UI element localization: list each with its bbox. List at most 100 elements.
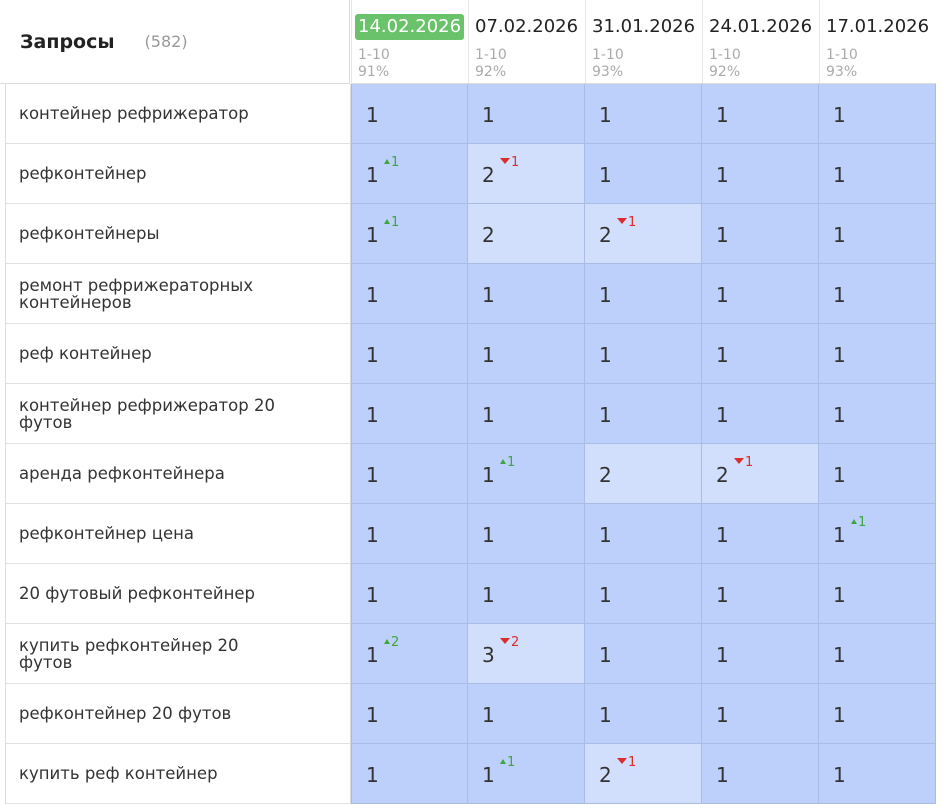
position-cell[interactable]: 2 xyxy=(585,444,702,504)
position-value: 2 xyxy=(599,463,612,487)
position-cell[interactable]: 1 xyxy=(702,624,819,684)
delta-value: 2 xyxy=(511,635,520,650)
position-value: 1 xyxy=(833,223,846,247)
position-cell[interactable]: 11 xyxy=(351,144,468,204)
position-cell[interactable]: 1 xyxy=(819,684,936,744)
query-row[interactable]: купить реф контейнер xyxy=(6,744,351,804)
position-cell[interactable]: 11 xyxy=(468,744,585,804)
position-cell[interactable]: 1 xyxy=(351,444,468,504)
position-cell[interactable]: 1 xyxy=(468,564,585,624)
position-cell[interactable]: 1 xyxy=(585,684,702,744)
position-value: 1 xyxy=(599,403,612,427)
position-cell[interactable]: 1 xyxy=(468,84,585,144)
query-row[interactable]: ремонт рефрижераторных контейнеров xyxy=(6,264,351,324)
query-row[interactable]: аренда рефконтейнера xyxy=(6,444,351,504)
position-cell[interactable]: 1 xyxy=(468,504,585,564)
position-cell[interactable]: 1 xyxy=(351,564,468,624)
position-cell[interactable]: 1 xyxy=(468,384,585,444)
position-cell[interactable]: 11 xyxy=(468,444,585,504)
position-cell[interactable]: 1 xyxy=(585,324,702,384)
position-cell[interactable]: 1 xyxy=(468,264,585,324)
position-cell[interactable]: 1 xyxy=(819,624,936,684)
query-row[interactable]: 20 футовый рефконтейнер xyxy=(6,564,351,624)
query-row[interactable]: контейнер рефрижератор 20 футов xyxy=(6,384,351,444)
position-cell[interactable]: 1 xyxy=(819,144,936,204)
position-up-delta: 1 xyxy=(384,216,399,230)
position-value: 1 xyxy=(599,103,612,127)
position-value: 1 xyxy=(366,523,379,547)
date-column-header[interactable]: 24.01.2026 1-10 92% xyxy=(702,0,819,84)
position-value: 1 xyxy=(366,583,379,607)
position-cell[interactable]: 1 xyxy=(819,564,936,624)
query-text: аренда рефконтейнера xyxy=(19,464,225,483)
position-cell[interactable]: 1 xyxy=(585,144,702,204)
query-row[interactable]: купить рефконтейнер 20 футов xyxy=(6,624,351,684)
position-cell[interactable]: 1 xyxy=(585,564,702,624)
position-cell[interactable]: 1 xyxy=(702,684,819,744)
query-row[interactable]: реф контейнер xyxy=(6,324,351,384)
position-value: 1 xyxy=(366,703,379,727)
position-cell[interactable]: 1 xyxy=(351,504,468,564)
position-down-delta: 1 xyxy=(617,216,636,230)
position-cell[interactable]: 1 xyxy=(585,504,702,564)
position-cell[interactable]: 12 xyxy=(351,624,468,684)
position-cell[interactable]: 1 xyxy=(702,144,819,204)
date-column-header[interactable]: 14.02.2026 1-10 91% xyxy=(351,0,468,84)
position-cell[interactable]: 1 xyxy=(585,84,702,144)
position-cell[interactable]: 1 xyxy=(702,204,819,264)
query-text: 20 футовый рефконтейнер xyxy=(19,584,256,603)
date-column-header[interactable]: 31.01.2026 1-10 93% xyxy=(585,0,702,84)
position-cell[interactable]: 1 xyxy=(702,384,819,444)
position-value: 1 xyxy=(482,403,495,427)
position-cell[interactable]: 1 xyxy=(819,264,936,324)
position-cell[interactable]: 1 xyxy=(351,84,468,144)
position-cell[interactable]: 1 xyxy=(819,324,936,384)
position-cell[interactable]: 21 xyxy=(585,204,702,264)
position-cell[interactable]: 1 xyxy=(351,324,468,384)
position-cell[interactable]: 1 xyxy=(702,264,819,324)
position-cell[interactable]: 1 xyxy=(819,384,936,444)
position-cell[interactable]: 1 xyxy=(819,444,936,504)
delta-value: 1 xyxy=(628,755,637,770)
position-cell[interactable]: 21 xyxy=(702,444,819,504)
position-cell[interactable]: 32 xyxy=(468,624,585,684)
date-column-header[interactable]: 07.02.2026 1-10 92% xyxy=(468,0,585,84)
query-row[interactable]: рефконтейнеры xyxy=(6,204,351,264)
position-value: 2 xyxy=(482,223,495,247)
position-cell[interactable]: 1 xyxy=(468,684,585,744)
position-value: 1 xyxy=(716,583,729,607)
position-value: 1 xyxy=(366,343,379,367)
arrow-up-icon xyxy=(500,759,506,764)
position-cell[interactable]: 1 xyxy=(351,384,468,444)
queries-header[interactable]: Запросы (582) xyxy=(0,0,350,84)
date-range: 1-10 xyxy=(709,47,741,63)
date-column-header[interactable]: 17.01.2026 1-10 93% xyxy=(819,0,936,84)
position-cell[interactable]: 1 xyxy=(702,744,819,804)
query-row[interactable]: контейнер рефрижератор xyxy=(6,84,351,144)
date-label: 31.01.2026 xyxy=(592,16,696,37)
position-cell[interactable]: 11 xyxy=(819,504,936,564)
position-cell[interactable]: 1 xyxy=(468,324,585,384)
position-cell[interactable]: 11 xyxy=(351,204,468,264)
position-cell[interactable]: 1 xyxy=(351,264,468,324)
query-row[interactable]: рефконтейнер цена xyxy=(6,504,351,564)
position-cell[interactable]: 1 xyxy=(819,744,936,804)
position-cell[interactable]: 1 xyxy=(351,684,468,744)
position-cell[interactable]: 1 xyxy=(702,564,819,624)
position-cell[interactable]: 21 xyxy=(585,744,702,804)
position-cell[interactable]: 1 xyxy=(585,384,702,444)
query-row[interactable]: рефконтейнер xyxy=(6,144,351,204)
position-cell[interactable]: 1 xyxy=(702,84,819,144)
query-row[interactable]: рефконтейнер 20 футов xyxy=(6,684,351,744)
position-value: 1 xyxy=(482,343,495,367)
position-cell[interactable]: 1 xyxy=(702,324,819,384)
position-cell[interactable]: 2 xyxy=(468,204,585,264)
position-cell[interactable]: 1 xyxy=(819,204,936,264)
position-cell[interactable]: 1 xyxy=(819,84,936,144)
position-cell[interactable]: 1 xyxy=(351,744,468,804)
position-cell[interactable]: 1 xyxy=(702,504,819,564)
arrow-down-icon xyxy=(617,758,627,764)
position-cell[interactable]: 21 xyxy=(468,144,585,204)
position-cell[interactable]: 1 xyxy=(585,624,702,684)
position-cell[interactable]: 1 xyxy=(585,264,702,324)
